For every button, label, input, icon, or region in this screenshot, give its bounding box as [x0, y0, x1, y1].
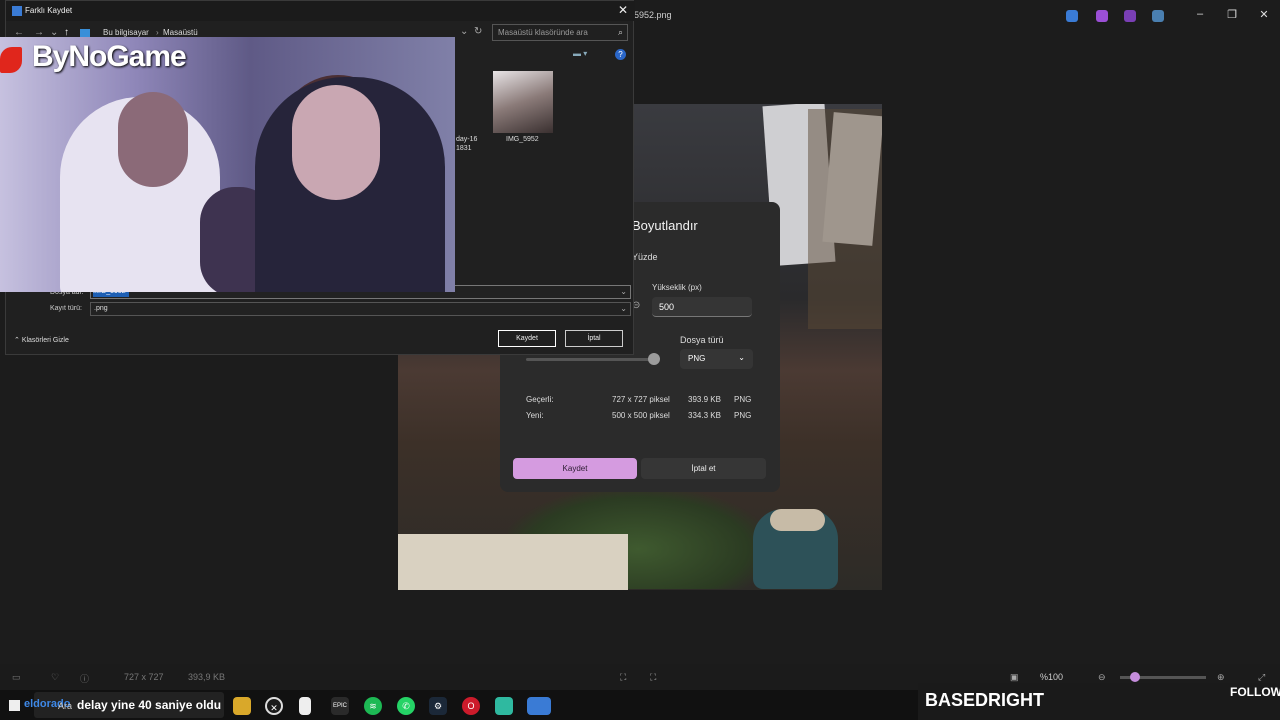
height-label: Yükseklik (px) [652, 283, 702, 292]
breadcrumb-desktop[interactable]: Masaüstü [163, 28, 198, 37]
brand-name: ByNoGame [32, 40, 187, 73]
new-format: PNG [734, 411, 752, 420]
chevron-down-icon: ⌄ [738, 353, 745, 362]
resize-cancel-button[interactable]: İptal et [641, 458, 766, 479]
hide-folders-label: Klasörleri Gizle [21, 337, 69, 344]
image-dimensions: 727 x 727 [124, 672, 164, 682]
webcam-overlay [0, 37, 455, 292]
refresh-icon[interactable]: ↻ [474, 26, 482, 37]
folder-icon[interactable] [233, 697, 251, 715]
height-input[interactable]: 500 [652, 297, 752, 317]
resize-title: Boyutlandır [632, 218, 698, 233]
percentage-option[interactable]: Yüzde [632, 252, 658, 262]
resize-save-button[interactable]: Kaydet [513, 458, 637, 479]
viewer-title: 5952.png [634, 10, 672, 20]
computer-icon [80, 29, 90, 37]
save-type-select[interactable]: .png ⌄ [90, 302, 631, 316]
search-icon: ⌕ [617, 27, 623, 37]
dialog-title: Farklı Kaydet [25, 6, 73, 15]
image-size: 393,9 KB [188, 672, 226, 682]
cancel-button[interactable]: İptal [565, 330, 623, 347]
current-label: Geçerli: [526, 395, 554, 404]
new-size: 334.3 KB [688, 411, 721, 420]
dialog-titlebar [6, 1, 635, 21]
windows-start-icon[interactable] [9, 700, 20, 711]
photos-icon[interactable] [527, 697, 551, 715]
hide-folders-toggle[interactable]: ⌃ Klasörleri Gizle [14, 336, 69, 344]
current-dims: 727 x 727 piksel [612, 395, 670, 404]
follow-label: FOLLOW [1230, 685, 1280, 699]
file-type-select[interactable]: PNG ⌄ [680, 349, 753, 369]
zoom-level[interactable]: %100 [1040, 672, 1063, 682]
fit-icon[interactable]: ⛶ [620, 672, 626, 683]
app-icon[interactable] [495, 697, 513, 715]
file-type-value: PNG [688, 354, 706, 363]
fit-window-icon[interactable]: ▣ [1010, 672, 1019, 683]
file-type-label: Dosya türü [680, 335, 724, 345]
new-dims: 500 x 500 piksel [612, 411, 670, 420]
current-format: PNG [734, 395, 752, 404]
whatsapp-icon[interactable]: ✆ [397, 697, 415, 715]
minimize-icon[interactable]: – [1192, 8, 1208, 20]
chevron-down-icon: ⌄ [620, 304, 627, 313]
app-icon [12, 6, 22, 16]
file-label[interactable]: day-16 1831 [456, 135, 477, 153]
new-label: Yeni: [526, 411, 544, 420]
taskbar-search-label[interactable]: Ara [58, 701, 72, 711]
slider-knob[interactable] [648, 353, 660, 365]
info-icon[interactable]: ⓘ [80, 672, 89, 685]
xbox-icon[interactable]: ✕ [265, 697, 283, 715]
search-input[interactable]: Masaüstü klasöründe ara ⌕ [492, 24, 628, 41]
chevron-down-icon[interactable]: ⌄ [620, 287, 627, 296]
cloud-icon[interactable] [1152, 10, 1164, 22]
app-icon[interactable] [1066, 10, 1078, 22]
quality-slider[interactable] [526, 358, 656, 361]
close-icon[interactable]: ✕ [618, 3, 628, 17]
file-thumbnail[interactable] [493, 71, 553, 133]
app-icon[interactable] [1124, 10, 1136, 22]
save-type-label: Kayıt türü: [50, 305, 82, 312]
heart-icon[interactable]: ♡ [51, 672, 59, 683]
file-icon[interactable] [299, 697, 311, 715]
save-type-value: .png [94, 305, 108, 312]
save-button[interactable]: Kaydet [498, 330, 556, 347]
zoom-in-icon[interactable]: ⊕ [1217, 672, 1225, 683]
spotify-icon[interactable]: ≋ [364, 697, 382, 715]
breadcrumb-this-pc[interactable]: Bu bilgisayar [103, 28, 149, 37]
ticker-text: delay yine 40 saniye oldu [77, 698, 222, 712]
help-icon[interactable]: ? [615, 49, 626, 60]
view-options-icon[interactable]: ▬ ▾ [573, 49, 587, 58]
filmstrip-icon[interactable]: ▭ [12, 672, 21, 683]
opera-icon[interactable]: O [462, 697, 480, 715]
chevron-down-icon[interactable]: ⌄ [460, 26, 468, 37]
expand-icon[interactable]: ⤢ [1258, 672, 1265, 683]
brand-logo-icon [0, 47, 22, 73]
search-placeholder: Masaüstü klasöründe ara [498, 28, 588, 37]
zoom-slider-knob[interactable] [1130, 672, 1140, 682]
streamer-name: BASEDRIGHT [925, 690, 1045, 710]
file-label[interactable]: IMG_5952 [506, 136, 539, 143]
epic-games-icon[interactable]: EPIC [331, 697, 349, 715]
steam-icon[interactable]: ⚙ [429, 697, 447, 715]
fullscreen-icon[interactable]: ⛶ [650, 672, 656, 683]
maximize-icon[interactable]: ❐ [1224, 8, 1240, 21]
zoom-out-icon[interactable]: ⊖ [1098, 672, 1106, 683]
close-icon[interactable]: ✕ [1256, 8, 1272, 21]
breadcrumb-separator: › [156, 28, 159, 37]
app-icon[interactable] [1096, 10, 1108, 22]
current-size: 393.9 KB [688, 395, 721, 404]
